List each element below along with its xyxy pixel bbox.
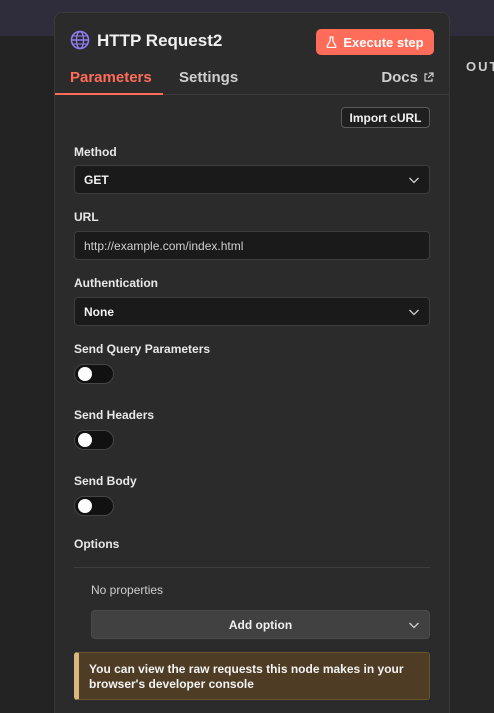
execute-step-label: Execute step <box>343 34 424 50</box>
url-label: URL <box>74 210 99 224</box>
send-headers-label: Send Headers <box>74 408 155 422</box>
url-value: http://example.com/index.html <box>84 238 244 253</box>
tab-docs[interactable]: Docs <box>381 69 434 86</box>
chevron-down-icon <box>409 622 419 629</box>
add-option-button[interactable]: Add option <box>91 610 430 639</box>
canvas-left-backdrop <box>0 36 54 713</box>
chevron-down-icon <box>409 309 419 316</box>
send-query-parameters-label: Send Query Parameters <box>74 342 211 356</box>
authentication-label: Authentication <box>74 276 158 290</box>
execute-step-button[interactable]: Execute step <box>316 29 434 55</box>
parameters-form: Import cURL Method GET URL http://exampl… <box>55 95 449 713</box>
method-value: GET <box>84 172 109 187</box>
globe-icon <box>70 30 90 50</box>
flask-icon <box>326 36 337 48</box>
toggle-knob <box>78 433 92 447</box>
panel-tabs: Parameters Settings Docs <box>55 69 449 95</box>
method-select[interactable]: GET <box>74 165 430 194</box>
docs-label: Docs <box>381 69 418 86</box>
options-label: Options <box>74 537 120 551</box>
authentication-select[interactable]: None <box>74 297 430 326</box>
method-label: Method <box>74 145 117 159</box>
no-properties-text: No properties <box>91 583 164 597</box>
toggle-knob <box>78 499 92 513</box>
chevron-down-icon <box>409 177 419 184</box>
output-pane <box>450 36 494 713</box>
node-settings-panel: HTTP Request2 Execute step Parameters Se… <box>54 12 450 713</box>
external-link-icon <box>424 72 434 82</box>
tab-parameters[interactable]: Parameters <box>70 69 152 86</box>
send-body-label: Send Body <box>74 474 137 488</box>
send-headers-toggle[interactable] <box>74 430 114 450</box>
add-option-label: Add option <box>228 617 293 632</box>
send-body-toggle[interactable] <box>74 496 114 516</box>
url-input[interactable]: http://example.com/index.html <box>74 231 430 260</box>
options-divider <box>74 567 430 568</box>
developer-console-notice: You can view the raw requests this node … <box>74 652 430 700</box>
authentication-value: None <box>84 304 114 319</box>
panel-header: HTTP Request2 Execute step Parameters Se… <box>55 13 449 95</box>
tab-settings[interactable]: Settings <box>179 69 238 86</box>
send-query-parameters-toggle[interactable] <box>74 364 114 384</box>
node-title[interactable]: HTTP Request2 <box>97 31 222 51</box>
import-curl-button[interactable]: Import cURL <box>341 107 430 128</box>
output-pane-title: OUTPUT <box>466 59 494 74</box>
toggle-knob <box>78 367 92 381</box>
